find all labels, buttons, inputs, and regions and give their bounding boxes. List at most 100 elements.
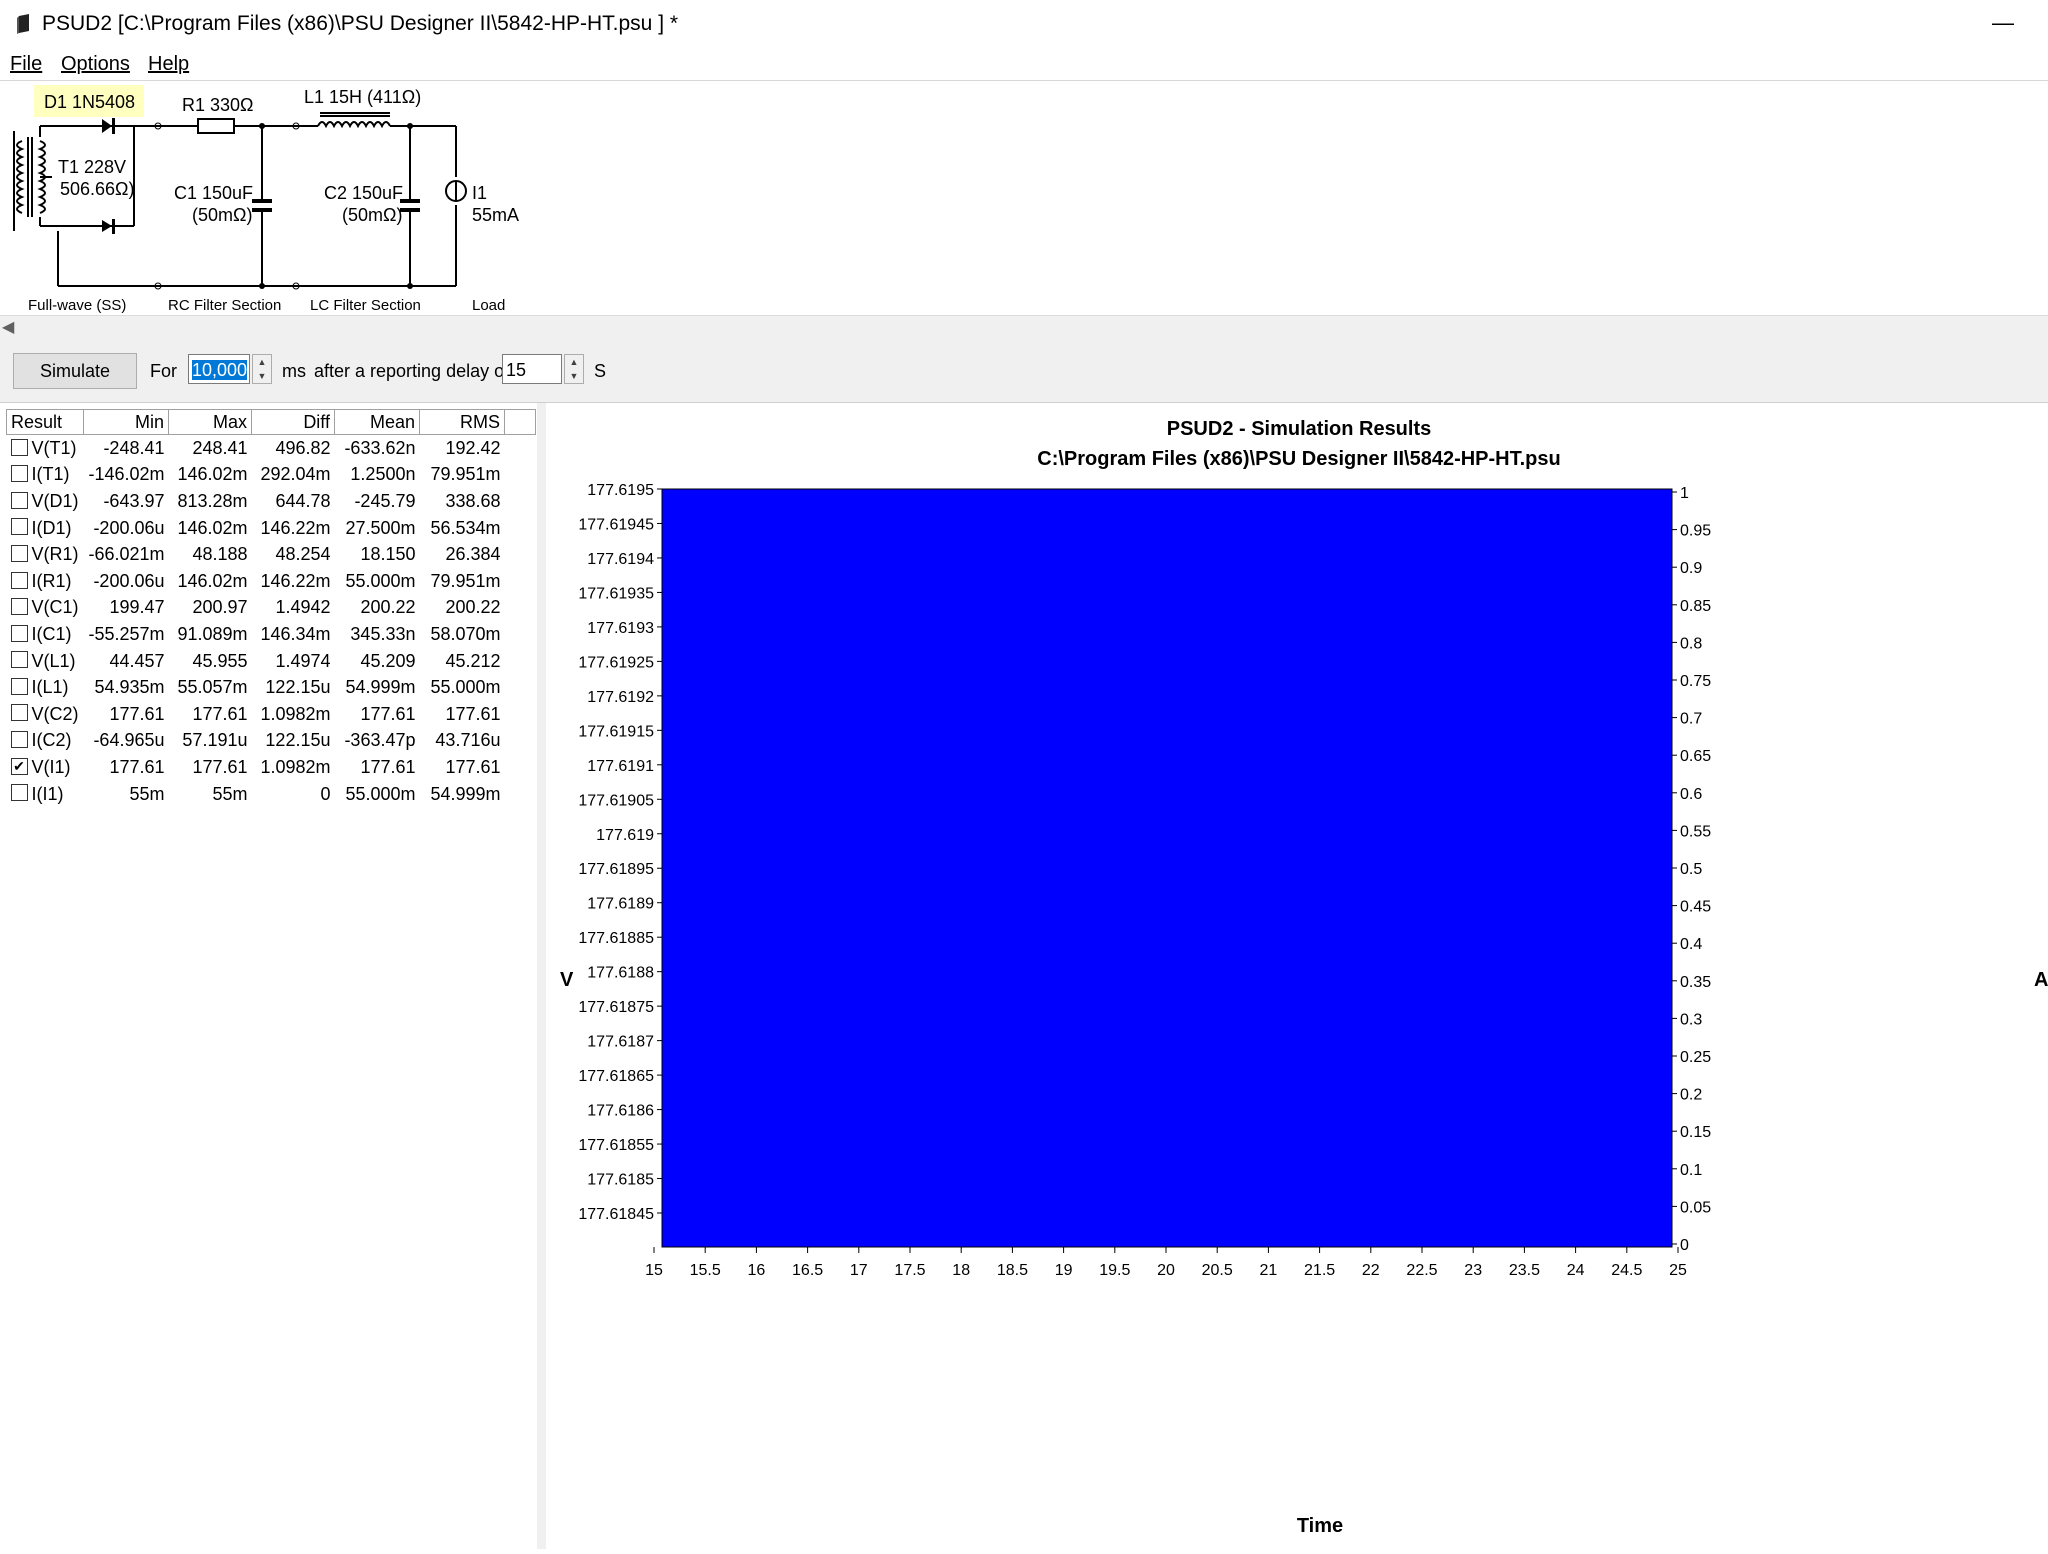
y-tick-label: 177.6188 <box>587 965 654 982</box>
table-row[interactable]: V(R1) -66.021m 48.188 48.254 18.150 26.384 <box>7 541 536 568</box>
menu-file[interactable]: File <box>10 53 42 76</box>
result-max-cell: 57.191u <box>182 730 248 751</box>
table-row[interactable]: I(L1) 54.935m 55.057m 122.15u 54.999m 55.000m <box>7 674 536 701</box>
result-diff-cell: 0 <box>320 783 331 804</box>
x-tick-label: 16 <box>748 1262 766 1279</box>
col-result[interactable]: Result <box>6 409 84 435</box>
result-max-cell: 55m <box>212 783 248 804</box>
y-tick-label: 177.61855 <box>578 1137 654 1154</box>
y-tick-label: 177.61875 <box>578 999 654 1016</box>
result-mean-cell: 177.61 <box>360 703 416 724</box>
result-min-cell: 54.935m <box>94 677 165 698</box>
table-row[interactable]: ✔ V(I1) 177.61 177.61 1.0982m 177.61 177.61 <box>7 754 536 781</box>
delay-input[interactable]: 15 <box>502 354 562 384</box>
result-name: I(D1) <box>31 517 72 538</box>
seconds-label: S <box>594 361 607 381</box>
x-tick-label: 15.5 <box>690 1262 721 1279</box>
y2-tick-label: 0.25 <box>1680 1049 1711 1066</box>
col-diff[interactable]: Diff <box>251 409 335 435</box>
menu-help[interactable]: Help <box>148 53 189 76</box>
inductor-coil <box>317 121 391 129</box>
series-checkbox[interactable] <box>10 651 28 669</box>
result-max-cell: 146.02m <box>177 570 248 591</box>
schematic-scrollbar[interactable]: ◀ <box>0 315 2048 340</box>
series-checkbox[interactable] <box>10 784 28 802</box>
result-name-cell: I(D1) <box>7 515 84 542</box>
c2-esr: (50mΩ) <box>342 205 402 225</box>
delay-spinner[interactable]: ▲ ▼ <box>564 354 584 384</box>
series-checkbox[interactable] <box>10 544 28 562</box>
col-rms[interactable]: RMS <box>419 409 505 435</box>
result-diff-cell: 146.34m <box>260 623 331 644</box>
col-min[interactable]: Min <box>83 409 169 435</box>
result-name-cell: I(T1) <box>7 462 84 489</box>
y2-tick-label: 0.1 <box>1680 1162 1702 1179</box>
result-rms-cell: 192.42 <box>445 437 501 458</box>
series-checkbox[interactable] <box>10 438 28 456</box>
table-row[interactable]: I(D1) -200.06u 146.02m 146.22m 27.500m 56.534… <box>7 515 536 542</box>
col-max[interactable]: Max <box>168 409 252 435</box>
table-row[interactable]: I(R1) -200.06u 146.02m 146.22m 55.000m 79.951… <box>7 568 536 595</box>
series-checkbox[interactable] <box>10 598 28 616</box>
result-max-cell: 177.61 <box>192 703 248 724</box>
result-name-cell: I(C1) <box>7 621 84 648</box>
results-table: Result Min Max Diff Mean RMS V(T1) -248.4… <box>6 409 536 807</box>
table-row[interactable]: V(T1) -248.41 248.41 496.82 -633.62n 192.42 <box>7 435 536 462</box>
y2-tick-label: 0.95 <box>1680 523 1711 540</box>
series-checkbox[interactable] <box>10 677 28 695</box>
ms-label: ms <box>282 361 306 381</box>
table-row[interactable]: V(C2) 177.61 177.61 1.0982m 177.61 177.61 <box>7 701 536 728</box>
result-rms-cell: 177.61 <box>445 756 501 777</box>
result-rms-cell: 58.070m <box>430 623 501 644</box>
result-mean-cell: 177.61 <box>360 756 416 777</box>
d1-label: D1 1N5408 <box>44 92 135 112</box>
result-mean-cell: 345.33n <box>350 623 416 644</box>
result-name-cell: V(D1) <box>7 488 84 515</box>
simulate-button[interactable]: Simulate <box>13 353 137 389</box>
series-checkbox[interactable] <box>10 465 28 483</box>
result-name: I(R1) <box>31 570 72 591</box>
minimize-button[interactable]: — <box>1990 10 2016 36</box>
spin-down-icon: ▼ <box>257 371 267 381</box>
table-row[interactable]: V(C1) 199.47 200.97 1.4942 200.22 200.22 <box>7 595 536 622</box>
series-checkbox[interactable] <box>10 571 28 589</box>
table-row[interactable]: V(D1) -643.97 813.28m 644.78 -245.79 338.68 <box>7 488 536 515</box>
table-row[interactable]: I(T1) -146.02m 146.02m 292.04m 1.2500n 79.951… <box>7 462 536 489</box>
menu-options[interactable]: Options <box>61 53 130 76</box>
series-checkbox[interactable] <box>10 624 28 642</box>
result-name-cell: I(R1) <box>7 568 84 595</box>
t1-resistance: 506.66Ω) <box>60 179 135 199</box>
result-max-cell: 200.97 <box>192 597 248 618</box>
result-mean-cell: -245.79 <box>354 490 416 511</box>
result-diff-cell: 1.4974 <box>275 650 331 671</box>
c1-label: C1 150uF <box>174 183 253 203</box>
series-checkbox[interactable]: ✔ <box>10 757 28 775</box>
table-row[interactable]: I(C1) -55.257m 91.089m 146.34m 345.33n 58.070… <box>7 621 536 648</box>
x-tick-label: 24 <box>1567 1262 1585 1279</box>
table-row[interactable]: I(C2) -64.965u 57.191u 122.15u -363.47p 43.71… <box>7 728 536 755</box>
table-row[interactable]: V(L1) 44.457 45.955 1.4974 45.209 45.212 <box>7 648 536 675</box>
scroll-left-arrow-icon[interactable]: ◀ <box>2 318 24 338</box>
result-max-cell: 813.28m <box>177 490 248 511</box>
col-mean[interactable]: Mean <box>334 409 420 435</box>
result-min-cell: 199.47 <box>109 597 165 618</box>
duration-input[interactable]: 10,000 <box>188 354 250 384</box>
result-name: I(C2) <box>31 730 72 751</box>
series-checkbox[interactable] <box>10 491 28 509</box>
x-tick-label: 18 <box>952 1262 970 1279</box>
series-checkbox[interactable] <box>10 704 28 722</box>
splitter[interactable] <box>537 403 546 1549</box>
y2-tick-label: 0.35 <box>1680 974 1711 991</box>
result-max-cell: 248.41 <box>192 437 248 458</box>
y-tick-label: 177.61945 <box>578 516 654 533</box>
result-mean-cell: 55.000m <box>345 570 416 591</box>
series-checkbox[interactable] <box>10 731 28 749</box>
result-min-cell: -55.257m <box>88 623 165 644</box>
result-diff-cell: 1.0982m <box>260 703 331 724</box>
duration-spinner[interactable]: ▲ ▼ <box>252 354 272 384</box>
table-row[interactable]: I(I1) 55m 55m 0 55.000m 54.999m <box>7 781 536 808</box>
series-checkbox[interactable] <box>10 518 28 536</box>
results-panel: Result Min Max Diff Mean RMS V(T1) -248.4… <box>0 403 539 1549</box>
result-min-cell: 177.61 <box>109 703 165 724</box>
result-diff-cell: 1.0982m <box>260 756 331 777</box>
